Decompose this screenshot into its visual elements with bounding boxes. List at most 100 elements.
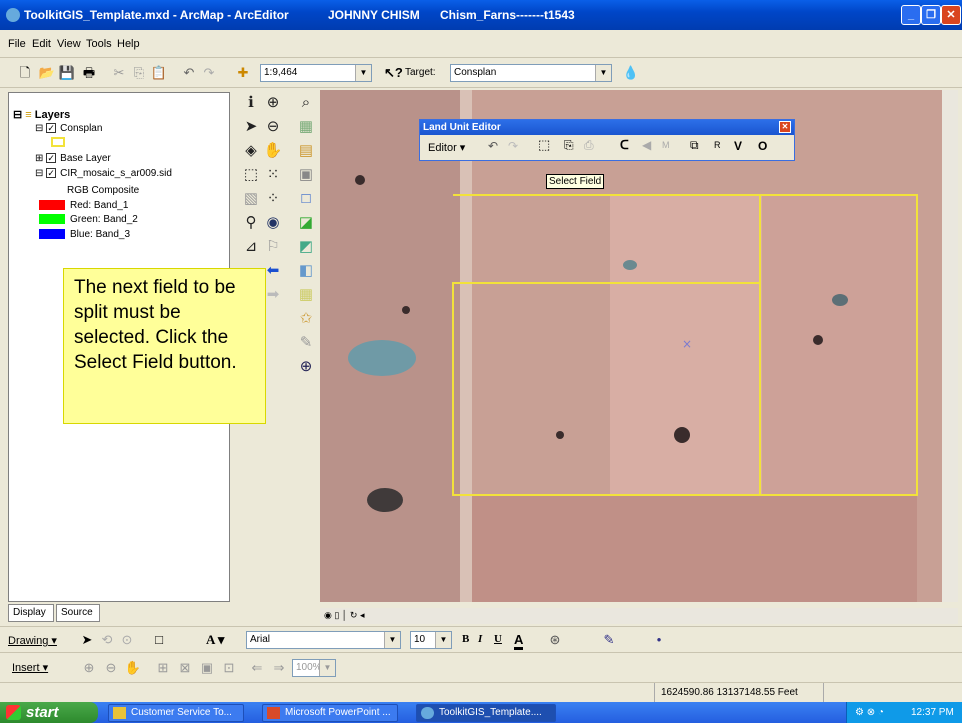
zoom-out-icon[interactable]: ⊖ [262, 116, 284, 138]
chevron-down-icon[interactable]: ▼ [355, 65, 371, 81]
o-button[interactable]: O [758, 139, 767, 153]
fill-color-icon[interactable]: ⊛ [546, 631, 564, 649]
hyperlink-icon[interactable]: ⚐ [262, 236, 284, 258]
go-forward-icon[interactable]: ⇒ [270, 659, 288, 677]
map-vertical-scrollbar[interactable] [942, 90, 958, 602]
editor-menu[interactable]: Editor ▾ [428, 141, 465, 154]
bold-button[interactable]: B [462, 633, 469, 645]
fixed-zoom-in-icon[interactable]: ⊞ [154, 659, 172, 677]
task-powerpoint[interactable]: Microsoft PowerPoint ... [262, 704, 398, 722]
measure-icon[interactable]: ⊿ [240, 236, 262, 258]
undo-icon[interactable]: ↶ [180, 64, 198, 82]
map-tool-2-icon[interactable]: ▤ [295, 140, 317, 162]
split-tool-icon[interactable]: ᑕ [620, 138, 629, 152]
map-tool-3-icon[interactable]: ▣ [295, 164, 317, 186]
forward-extent-icon[interactable]: ➡ [262, 284, 284, 306]
chevron-down-icon[interactable]: ▼ [384, 632, 400, 648]
rectangle-icon[interactable]: □ [150, 631, 168, 649]
close-button[interactable]: ✕ [941, 5, 961, 25]
map-tool-1-icon[interactable]: ▦ [295, 116, 317, 138]
view-toggle-icon[interactable]: ◉ ▯ │ ↻ ◂ [324, 610, 365, 621]
paste-icon[interactable]: 📋 [150, 64, 168, 82]
map-tool-7-icon[interactable]: ◧ [295, 260, 317, 282]
editor-close-icon[interactable]: ✕ [779, 121, 791, 133]
menu-view[interactable]: View [57, 38, 81, 50]
menu-tools[interactable]: Tools [86, 38, 112, 50]
rotate-icon[interactable]: ⟲ [98, 631, 116, 649]
fixed-zoom-in-icon[interactable]: ⁙ [262, 164, 284, 186]
target-combo[interactable]: Consplan ▼ [450, 64, 612, 82]
task-toolkitgis[interactable]: ToolkitGIS_Template.... [416, 704, 556, 722]
menu-edit[interactable]: Edit [32, 38, 51, 50]
paste-field-icon[interactable]: ⎙ [584, 138, 594, 153]
reshape-tool-icon[interactable]: ⧉ [690, 138, 699, 153]
map-tool-4-icon[interactable]: □ [295, 188, 317, 210]
map-horizontal-scrollbar[interactable]: ◉ ▯ │ ↻ ◂ [320, 608, 958, 624]
drawing-menu[interactable]: Drawing ▾ [8, 634, 57, 647]
v-button[interactable]: V [734, 139, 742, 153]
merge-tool-icon[interactable]: ◀ [642, 138, 651, 152]
restore-button[interactable]: ❐ [921, 5, 941, 25]
map-view[interactable]: × [320, 90, 942, 602]
pencil-icon[interactable]: ✎ [295, 332, 317, 354]
copy-field-icon[interactable]: ⎘ [564, 138, 574, 153]
zoom-100-icon[interactable]: ⊡ [220, 659, 238, 677]
map-tool-6-icon[interactable]: ◩ [295, 236, 317, 258]
zoom-whole-page-icon[interactable]: ⊙ [118, 631, 136, 649]
add-data-icon[interactable]: ✚ [234, 64, 252, 82]
minimize-button[interactable]: _ [901, 5, 921, 25]
layout-zoom-combo[interactable]: 100% ▼ [292, 659, 336, 677]
select-feature-icon[interactable]: ⬚ [240, 164, 262, 186]
select-elements-icon[interactable]: ➤ [78, 631, 96, 649]
text-tool-icon[interactable]: A ▾ [206, 632, 224, 648]
marker-color-icon[interactable]: • [650, 631, 668, 649]
copy-icon[interactable]: ⎘ [130, 64, 148, 82]
start-button[interactable]: start [0, 702, 98, 723]
line-color-icon[interactable]: ✎ [600, 631, 618, 649]
open-icon[interactable]: 📂 [38, 64, 56, 82]
layout-zoom-in-icon[interactable]: ⊕ [80, 659, 98, 677]
select-features-icon[interactable]: ◈ [240, 140, 262, 162]
italic-button[interactable]: I [478, 633, 482, 645]
insert-menu[interactable]: Insert ▾ [12, 661, 48, 674]
zoom-in-icon[interactable]: ⊕ [262, 92, 284, 114]
star-tool-icon[interactable]: ✩ [295, 308, 317, 330]
font-combo[interactable]: Arial ▼ [246, 631, 401, 649]
chevron-down-icon[interactable]: ▼ [319, 660, 335, 676]
checkbox-cir-mosaic[interactable]: ✓ [46, 168, 57, 179]
fixed-zoom-out-icon[interactable]: ⁘ [262, 188, 284, 210]
chevron-down-icon[interactable]: ▼ [595, 65, 611, 81]
m-button[interactable]: M [662, 140, 670, 150]
pan-icon[interactable]: ✋ [262, 140, 284, 162]
layout-pan-icon[interactable]: ✋ [124, 659, 142, 677]
scale-combo[interactable]: 1:9,464 ▼ [260, 64, 372, 82]
font-size-combo[interactable]: 10 ▼ [410, 631, 452, 649]
layer-cir-mosaic[interactable]: ⊟ ✓ CIR_mosaic_s_ar009.sid [35, 168, 172, 179]
tray-icons[interactable]: ⚙ ⊗ ◔ [855, 702, 884, 723]
crosshair-icon[interactable]: ⊕ [295, 356, 317, 378]
select-field-icon[interactable]: ⬚ [538, 137, 550, 153]
layout-zoom-out-icon[interactable]: ⊖ [102, 659, 120, 677]
select-elements-icon[interactable]: ➤ [240, 116, 262, 138]
underline-button[interactable]: U [494, 633, 502, 645]
back-extent-icon[interactable]: ⬅ [262, 260, 284, 282]
task-customer-service[interactable]: Customer Service To... [108, 704, 244, 722]
full-extent-icon[interactable]: ◉ [262, 212, 284, 234]
toc-root[interactable]: ⊟ ≡ Layers [13, 108, 70, 121]
search-icon[interactable]: ⌕ [295, 92, 317, 114]
go-back-icon[interactable]: ⇐ [248, 659, 266, 677]
editor-toolbar-icon[interactable]: 💧 [622, 64, 640, 82]
save-icon[interactable]: 💾 [58, 64, 76, 82]
find-icon[interactable]: ⚲ [240, 212, 262, 234]
fixed-zoom-out-icon[interactable]: ⊠ [176, 659, 194, 677]
tab-source[interactable]: Source [56, 604, 100, 622]
font-color-button[interactable]: A [514, 632, 524, 650]
menu-file[interactable]: File [8, 38, 26, 50]
redo-icon[interactable]: ↷ [508, 139, 518, 153]
layer-base[interactable]: ⊞ ✓ Base Layer [35, 153, 111, 164]
map-tool-5-icon[interactable]: ◪ [295, 212, 317, 234]
chevron-down-icon[interactable]: ▼ [435, 632, 451, 648]
redo-icon[interactable]: ↷ [200, 64, 218, 82]
checkbox-consplan[interactable]: ✓ [46, 123, 57, 134]
whats-this-icon[interactable]: ↖? [384, 64, 403, 82]
